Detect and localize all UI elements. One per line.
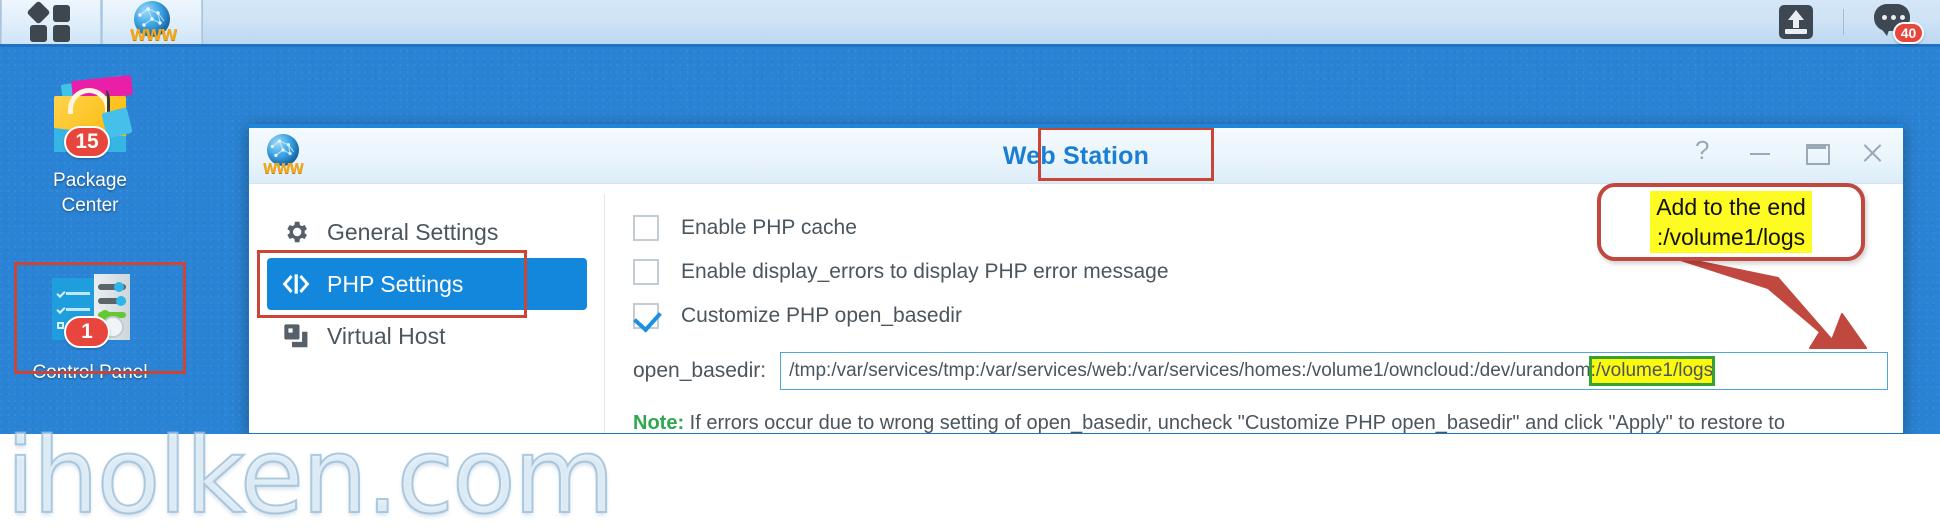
desktop: WWW 40 15 Package Center 1 Control Panel…: [0, 0, 1940, 434]
web-station-globe-icon: WWW: [130, 1, 178, 44]
maximize-icon[interactable]: [1803, 140, 1830, 166]
note-body: If errors occur due to wrong setting of …: [689, 412, 1785, 434]
sidebar-php-settings-wrapper: PHP Settings: [249, 250, 605, 318]
open-basedir-value-base: /tmp:/var/services/tmp:/var/services/web…: [789, 360, 1591, 381]
window-sidebar: General Settings PHP Settings Virtual Ho…: [249, 184, 605, 433]
desktop-icon-package-center[interactable]: 15 Package Center: [0, 74, 180, 218]
sidebar-item-general-settings[interactable]: General Settings: [267, 206, 587, 258]
note-prefix: Note:: [633, 412, 685, 434]
notification-badge: 40: [1893, 22, 1924, 44]
checkbox-customize-php-open-basedir[interactable]: [633, 303, 659, 329]
upload-icon[interactable]: [1779, 5, 1813, 39]
package-center-icon: 15: [42, 74, 138, 162]
annotation-callout: Add to the end :/volume1/logs: [1597, 183, 1865, 261]
sidebar-item-label: PHP Settings: [327, 270, 464, 297]
callout-line-1: Add to the end: [1656, 194, 1806, 220]
help-icon[interactable]: [1691, 135, 1717, 166]
watermark: iholken.com: [5, 415, 616, 530]
checkbox-enable-display-errors[interactable]: [633, 259, 659, 285]
taskbar-main-menu-button[interactable]: [1, 0, 101, 44]
www-label: WWW: [130, 26, 178, 44]
web-station-window: WWW Web Station ? General Settings PHP S…: [248, 124, 1904, 434]
annotation-callout-text: Add to the end :/volume1/logs: [1650, 191, 1812, 253]
taskbar-spacer: [203, 0, 1779, 44]
sidebar-item-php-settings[interactable]: PHP Settings: [267, 258, 587, 310]
windows-stack-icon: [281, 321, 311, 351]
sidebar-item-label: General Settings: [327, 218, 499, 245]
package-center-badge: 15: [64, 126, 110, 158]
checkbox-label: Enable PHP cache: [681, 216, 857, 239]
package-center-label-line1: Package: [53, 170, 127, 191]
package-center-label-line2: Center: [61, 195, 119, 216]
sidebar-item-label: Virtual Host: [327, 322, 446, 349]
tray-divider: [1843, 9, 1844, 35]
open-basedir-label: open_basedir:: [633, 359, 767, 382]
minimize-icon[interactable]: [1747, 140, 1773, 166]
taskbar: WWW 40: [0, 0, 1940, 47]
taskbar-tray: 40: [1779, 0, 1940, 44]
sidebar-item-virtual-host[interactable]: Virtual Host: [267, 310, 587, 362]
gear-icon: [281, 217, 311, 247]
code-icon: [281, 269, 311, 299]
checkbox-label: Customize PHP open_basedir: [681, 304, 962, 327]
note-text: Note: If errors occur due to wrong setti…: [633, 408, 1813, 434]
callout-line-2: :/volume1/logs: [1656, 224, 1806, 250]
checkbox-label: Enable display_errors to display PHP err…: [681, 260, 1169, 283]
window-titlebar[interactable]: WWW Web Station: [249, 128, 1903, 184]
window-controls: [1691, 135, 1885, 166]
checkbox-enable-php-cache[interactable]: [633, 215, 659, 241]
apps-grid-icon: [26, 0, 74, 42]
close-icon[interactable]: [1859, 140, 1885, 166]
annotation-box-control-panel: [14, 262, 186, 374]
annotation-box-window-title: [1038, 128, 1214, 181]
notifications-icon[interactable]: 40: [1874, 4, 1924, 44]
annotation-arrow: [1661, 253, 1867, 349]
screen: WWW 40 15 Package Center 1 Control Panel…: [0, 0, 1940, 530]
taskbar-web-station-button[interactable]: WWW: [102, 0, 202, 44]
